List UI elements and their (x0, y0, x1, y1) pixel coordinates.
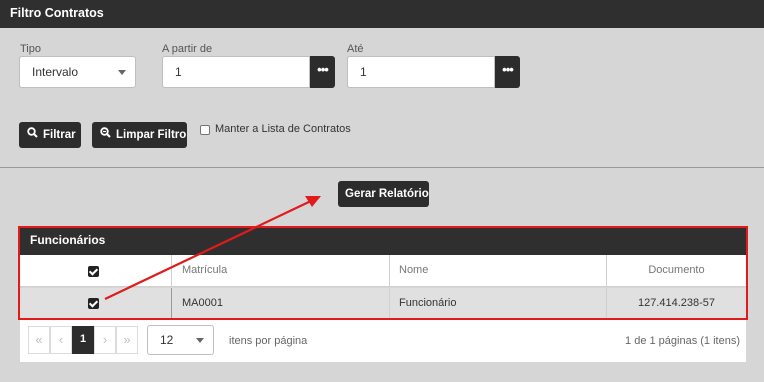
grid-header-row: Matrícula Nome Documento (20, 255, 746, 287)
select-all-checkbox[interactable] (88, 266, 99, 277)
clear-filter-button-label: Limpar Filtro (116, 129, 187, 142)
from-lookup-button[interactable]: ••• (310, 56, 335, 88)
clear-filter-button[interactable]: Limpar Filtro (92, 122, 187, 148)
table-row[interactable]: MA0001 Funcionário 127.414.238-57 (20, 288, 746, 318)
to-lookup-button[interactable]: ••• (495, 56, 520, 88)
generate-report-button[interactable]: Gerar Relatório (338, 181, 429, 207)
filter-button-label: Filtrar (43, 129, 76, 142)
prev-page-button[interactable]: ‹ (50, 326, 72, 354)
page-size-value: 12 (160, 333, 174, 347)
cell-matricula: MA0001 (171, 288, 389, 318)
chevron-down-icon (118, 70, 126, 75)
chevron-down-icon (196, 338, 204, 343)
keep-list-checkbox[interactable] (200, 125, 210, 135)
page-title: Filtro Contratos (0, 0, 764, 28)
keep-list-label: Manter a Lista de Contratos (215, 123, 351, 135)
filter-button[interactable]: Filtrar (19, 122, 81, 148)
tipo-label: Tipo (20, 43, 41, 55)
to-label: Até (347, 43, 364, 55)
next-page-button[interactable]: › (94, 326, 116, 354)
page-size-label: itens por página (229, 335, 308, 347)
section-divider (0, 167, 764, 168)
from-label: A partir de (162, 43, 213, 55)
pagination-info: 1 de 1 páginas (1 itens) (625, 335, 740, 347)
column-header-nome[interactable]: Nome (389, 255, 606, 286)
first-page-button[interactable]: « (28, 326, 50, 354)
pagination-bar: « ‹ 1 › » 12 itens por página 1 de 1 pág… (20, 320, 746, 362)
tipo-select[interactable]: Intervalo (19, 56, 136, 88)
page-size-select[interactable]: 12 (147, 325, 214, 355)
column-header-matricula[interactable]: Matrícula (171, 255, 389, 286)
cell-documento: 127.414.238-57 (606, 288, 746, 318)
tipo-select-value: Intervalo (32, 65, 79, 79)
to-input[interactable]: 1 (347, 56, 495, 88)
row-checkbox[interactable] (88, 298, 99, 309)
from-input[interactable]: 1 (162, 56, 310, 88)
grid-title: Funcionários (20, 228, 746, 255)
last-page-button[interactable]: » (116, 326, 138, 354)
current-page-button[interactable]: 1 (72, 326, 94, 354)
column-header-documento[interactable]: Documento (606, 255, 746, 286)
cell-nome: Funcionário (389, 288, 606, 318)
zoom-out-icon (100, 122, 111, 148)
search-icon (27, 122, 38, 148)
